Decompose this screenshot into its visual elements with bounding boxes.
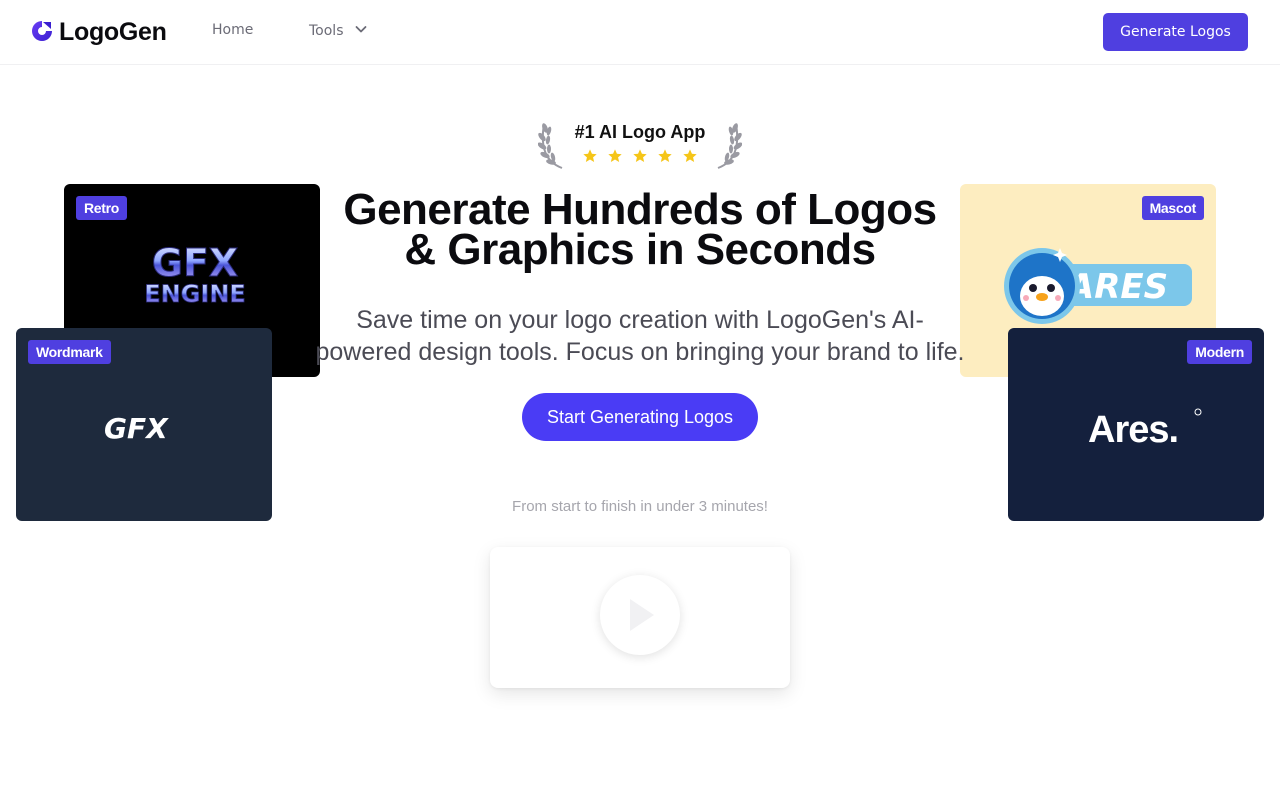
hero-subtitle-line2: powered design tools. Focus on bringing … [315, 338, 965, 366]
play-button[interactable] [600, 575, 680, 655]
page: LogoGen Home Tools Generate Logos #1 AI … [0, 0, 1280, 800]
category-badge-wordmark: Wordmark [28, 340, 111, 364]
mascot-ares-logo: ARES [1004, 248, 1192, 324]
logo-card-wordmark[interactable]: Wordmark GFX [16, 328, 272, 521]
category-badge-modern: Modern [1187, 340, 1252, 364]
star-icon [582, 148, 598, 168]
retro-logo-line1: GFX [152, 244, 238, 285]
rating-stars [582, 148, 698, 168]
retro-gfx-engine-logo: GFX ENGINE [144, 244, 246, 308]
wordmark-gfx-logo: GFX [104, 412, 169, 444]
nav-home-label: Home [212, 22, 254, 38]
start-generating-logos-button[interactable]: Start Generating Logos [522, 393, 758, 441]
retro-logo-line2: ENGINE [144, 280, 246, 308]
nav-tools-dropdown[interactable]: Tools [309, 22, 368, 40]
generate-logos-button[interactable]: Generate Logos [1103, 13, 1248, 51]
brand-name: LogoGen [59, 18, 167, 46]
nav-home-link[interactable]: Home [212, 22, 253, 38]
logogen-logo-icon [31, 20, 53, 46]
laurel-right-icon [712, 118, 743, 174]
category-badge-mascot: Mascot [1141, 196, 1204, 220]
hero-title: Generate Hundreds of Logos & Graphics in… [330, 188, 950, 272]
hero-tagline: From start to finish in under 3 minutes! [512, 498, 768, 515]
brand-logo-link[interactable]: LogoGen [31, 18, 167, 47]
wordmark-logo-text: GFX [104, 412, 169, 444]
hero-subtitle: Save time on your logo creation with Log… [300, 304, 980, 368]
star-icon [682, 148, 698, 168]
top-navbar: LogoGen Home Tools Generate Logos [0, 0, 1280, 65]
logo-card-modern[interactable]: Modern Ares. [1008, 328, 1264, 521]
nav-tools-label: Tools [309, 23, 344, 39]
hero-title-line2: & Graphics in Seconds [404, 225, 876, 274]
demo-video-player[interactable] [490, 547, 790, 688]
hero-subtitle-line1: Save time on your logo creation with Log… [356, 306, 924, 334]
award-badge: #1 AI Logo App [537, 118, 743, 170]
mascot-logo-text: ARES [1065, 267, 1168, 307]
category-badge-retro: Retro [76, 196, 128, 220]
star-icon [632, 148, 648, 168]
star-icon [607, 148, 623, 168]
modern-logo-text: Ares. [1088, 409, 1178, 448]
modern-ares-logo: Ares. [1088, 408, 1202, 448]
chevron-down-icon [354, 22, 368, 40]
star-icon [657, 148, 673, 168]
